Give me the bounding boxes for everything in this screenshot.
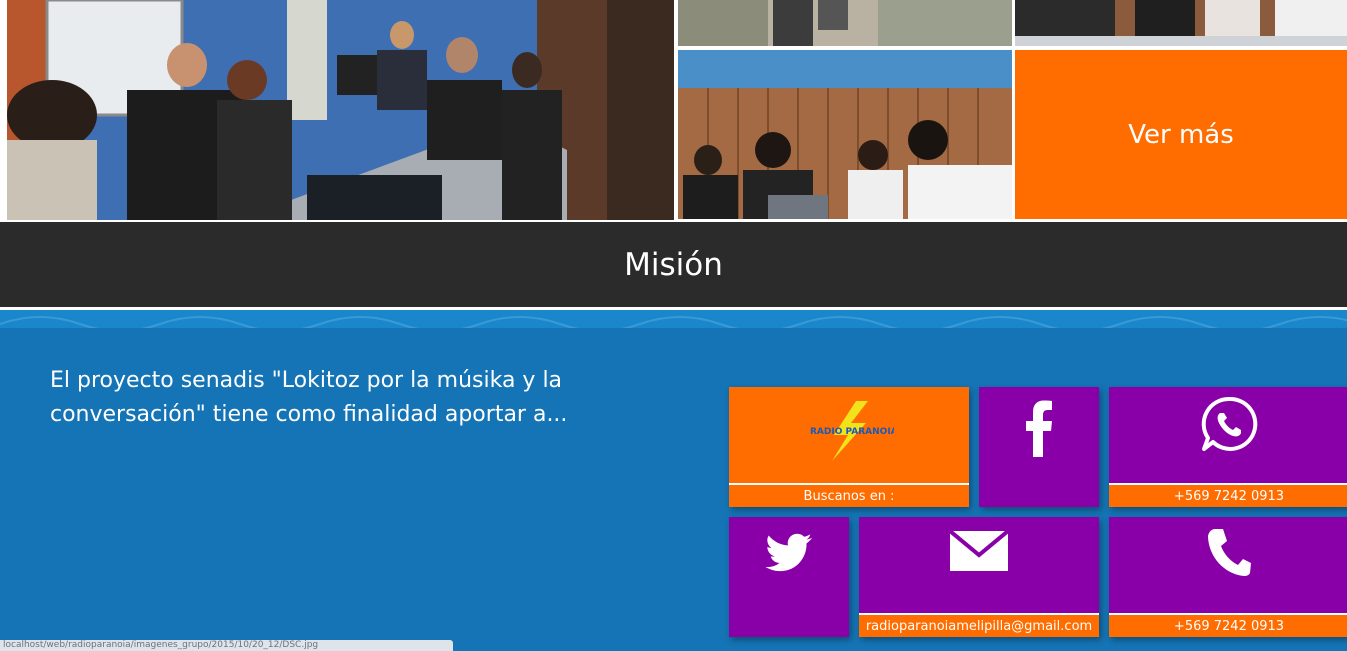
buscanos-label: Buscanos en : [729, 483, 969, 507]
whatsapp-number[interactable]: +569 7242 0913 [1109, 483, 1347, 507]
facebook-tile[interactable] [979, 387, 1099, 507]
gallery-photo-recording-session[interactable] [678, 50, 1012, 219]
phone-tile[interactable]: +569 7242 0913 [1109, 517, 1347, 637]
twitter-icon [765, 533, 813, 572]
status-bar-url: localhost/web/radioparanoia/imagenes_gru… [0, 640, 453, 651]
phone-icon [1208, 529, 1251, 576]
ver-mas-button[interactable]: Ver más [1015, 50, 1347, 219]
radio-logo: RADIO PARANOIA [810, 401, 894, 461]
email-tile[interactable]: radioparanoiamelipilla@gmail.com [859, 517, 1099, 637]
mision-section: El proyecto senadis "Lokitoz por la músi… [0, 310, 1347, 651]
twitter-tile[interactable] [729, 517, 849, 637]
gallery-photo-radio-studio[interactable] [7, 0, 674, 220]
envelope-icon [950, 531, 1008, 571]
phone-number[interactable]: +569 7242 0913 [1109, 613, 1347, 637]
facebook-icon [1026, 400, 1052, 457]
radio-logo-text: RADIO PARANOIA [810, 427, 894, 437]
mision-title: Misión [624, 246, 723, 283]
mision-header: Misión [0, 222, 1347, 307]
gallery-photo-studio-laptops[interactable] [1015, 0, 1347, 46]
radio-logo-tile[interactable]: RADIO PARANOIA Buscanos en : [729, 387, 969, 507]
whatsapp-icon [1201, 396, 1258, 451]
email-address[interactable]: radioparanoiamelipilla@gmail.com [859, 613, 1099, 637]
whatsapp-tile[interactable]: +569 7242 0913 [1109, 387, 1347, 507]
mision-excerpt[interactable]: El proyecto senadis "Lokitoz por la músi… [50, 364, 630, 432]
gallery-photo-outdoor[interactable] [678, 0, 1012, 46]
decorative-pattern-strip [0, 310, 1347, 328]
photo-gallery: Ver más [0, 0, 1347, 222]
